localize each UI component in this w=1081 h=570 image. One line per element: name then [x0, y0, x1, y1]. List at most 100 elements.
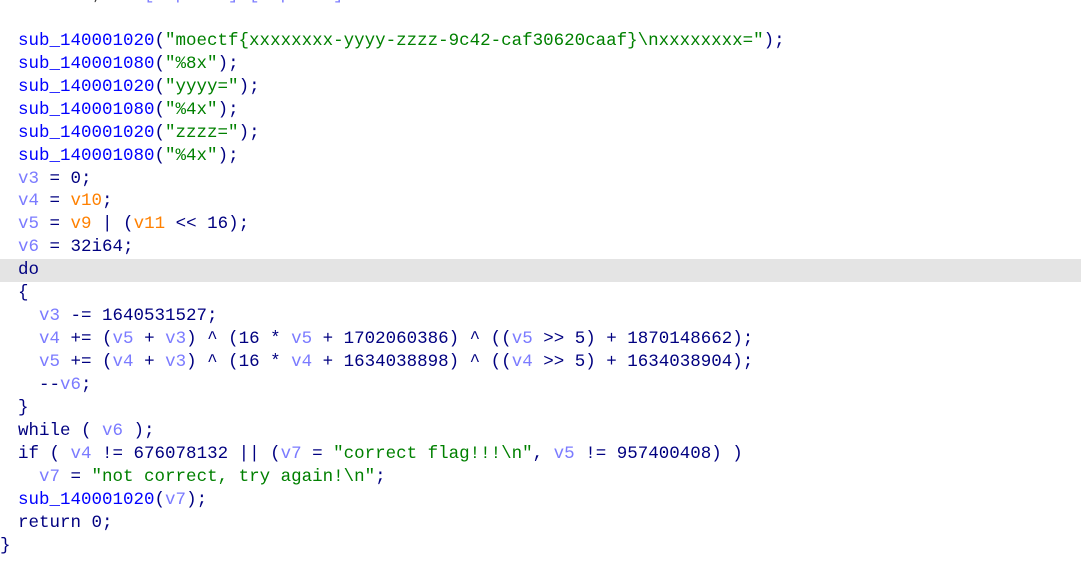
function-name[interactable]: sub_140001080	[18, 54, 155, 74]
argument-variable[interactable]: v10	[71, 191, 103, 211]
function-name[interactable]: sub_140001020	[18, 77, 155, 97]
argument-variable[interactable]: v11	[134, 214, 166, 234]
string-literal: "yyyy="	[165, 76, 239, 97]
code-line[interactable]: sub_140001080("%4x");	[0, 145, 1081, 168]
code-line[interactable]: while ( v6 );	[0, 420, 1081, 443]
variable[interactable]: v3	[165, 352, 186, 372]
code-text: = 0;	[39, 168, 92, 189]
variable[interactable]: v5	[113, 329, 134, 349]
argument-variable[interactable]: v9	[71, 214, 92, 234]
code-text: (	[154, 76, 166, 97]
function-name[interactable]: sub_140001080	[18, 100, 155, 120]
code-line[interactable]: v5 += (v4 + v3) ^ (16 * v4 + 1634038898)…	[0, 351, 1081, 374]
code-text: (	[154, 99, 166, 120]
pseudocode-view[interactable]: int v11; // [rsp+2Ch] [rbp-2Ch] sub_1400…	[0, 0, 1081, 557]
code-text: --	[18, 374, 61, 395]
function-name[interactable]: sub_140001020	[18, 31, 155, 51]
code-text: (	[154, 53, 166, 74]
code-line[interactable]: {	[0, 282, 1081, 305]
code-line[interactable]: }	[0, 397, 1081, 420]
code-text: (	[154, 30, 166, 51]
code-line[interactable]: sub_140001080("%4x");	[0, 99, 1081, 122]
code-text: += (	[60, 329, 113, 350]
code-line[interactable]: v7 = "not correct, try again!\n";	[0, 466, 1081, 489]
variable[interactable]: v5	[291, 329, 312, 349]
code-text: );	[217, 53, 239, 74]
code-text: +	[133, 352, 166, 372]
code-text: (	[39, 443, 71, 464]
code-line[interactable]: sub_140001020("moectf{xxxxxxxx-yyyy-zzzz…	[0, 30, 1081, 53]
variable[interactable]: v6	[60, 375, 81, 395]
code-text: );	[217, 99, 239, 120]
code-text: + 1702060386) ^ ((	[312, 329, 512, 350]
code-line[interactable]: v4 += (v5 + v3) ^ (16 * v5 + 1702060386)…	[0, 328, 1081, 351]
code-text: );	[123, 420, 155, 441]
variable[interactable]: v3	[18, 169, 39, 189]
variable[interactable]: v4	[291, 352, 312, 372]
string-literal: "correct flag!!!\n"	[333, 443, 533, 464]
code-line[interactable]: sub_140001080("%8x");	[0, 53, 1081, 76]
variable[interactable]: v3	[39, 306, 60, 326]
code-text: >> 5) + 1870148662);	[532, 329, 754, 350]
variable[interactable]: v4	[71, 444, 92, 464]
keyword: if	[18, 443, 40, 464]
code-line[interactable]: }	[0, 535, 1081, 558]
code-text: );	[763, 30, 785, 51]
code-text: }	[18, 397, 29, 418]
code-text: (	[70, 420, 103, 441]
code-line[interactable]: sub_140001020("yyyy=");	[0, 76, 1081, 99]
code-line[interactable]: v6 = 32i64;	[0, 236, 1081, 259]
variable[interactable]: v3	[165, 329, 186, 349]
code-text: );	[238, 76, 260, 97]
code-line[interactable]	[0, 7, 1081, 30]
code-text: 0;	[81, 512, 113, 533]
code-text: += (	[60, 352, 113, 372]
keyword: while	[18, 420, 71, 441]
code-line-current[interactable]: do	[0, 259, 1081, 283]
code-text: (	[154, 122, 166, 143]
code-text: =	[301, 443, 334, 464]
code-line[interactable]: sub_140001020("zzzz=");	[0, 122, 1081, 145]
code-text: = 32i64;	[39, 237, 134, 258]
variable[interactable]: v5	[39, 352, 60, 372]
code-text: (	[154, 489, 166, 510]
string-literal: "not correct, try again!\n"	[91, 466, 376, 487]
variable[interactable]: v7	[39, 467, 60, 487]
variable[interactable]: v4	[18, 191, 39, 211]
code-text: =	[39, 214, 71, 235]
variable[interactable]: v6	[102, 421, 123, 441]
variable[interactable]: v4	[512, 352, 533, 372]
code-text: =	[39, 191, 71, 212]
code-line[interactable]: if ( v4 != 676078132 || (v7 = "correct f…	[0, 443, 1081, 466]
code-text: ;	[102, 191, 113, 212]
code-line[interactable]: sub_140001020(v7);	[0, 489, 1081, 512]
variable[interactable]: v7	[165, 490, 186, 510]
function-name[interactable]: sub_140001020	[18, 123, 155, 143]
variable[interactable]: v5	[554, 444, 575, 464]
code-text: -= 1640531527;	[60, 306, 218, 327]
variable[interactable]: v5	[18, 214, 39, 234]
code-line[interactable]: return 0;	[0, 512, 1081, 535]
code-text: != 676078132 || (	[91, 443, 281, 464]
variable[interactable]: v5	[512, 329, 533, 349]
code-line[interactable]: --v6;	[0, 374, 1081, 397]
code-line[interactable]: v4 = v10;	[0, 190, 1081, 213]
code-line[interactable]: v5 = v9 | (v11 << 16);	[0, 213, 1081, 236]
code-line[interactable]: v3 = 0;	[0, 168, 1081, 191]
variable[interactable]: v7	[281, 444, 302, 464]
code-text: + 1634038898) ^ ((	[312, 352, 512, 372]
code-text: (	[154, 145, 166, 166]
code-text: << 16);	[165, 214, 250, 235]
function-name[interactable]: sub_140001080	[18, 146, 155, 166]
variable[interactable]: v4	[39, 329, 60, 349]
string-literal: "zzzz="	[165, 122, 239, 143]
code-text: );	[217, 145, 239, 166]
code-line[interactable]: v3 -= 1640531527;	[0, 305, 1081, 328]
code-text: );	[186, 489, 208, 510]
code-line[interactable]: int v11; // [rsp+2Ch] [rbp-2Ch]	[0, 0, 1081, 7]
function-name[interactable]: sub_140001020	[18, 490, 155, 510]
variable[interactable]: v6	[18, 237, 39, 257]
variable[interactable]: v4	[113, 352, 134, 372]
